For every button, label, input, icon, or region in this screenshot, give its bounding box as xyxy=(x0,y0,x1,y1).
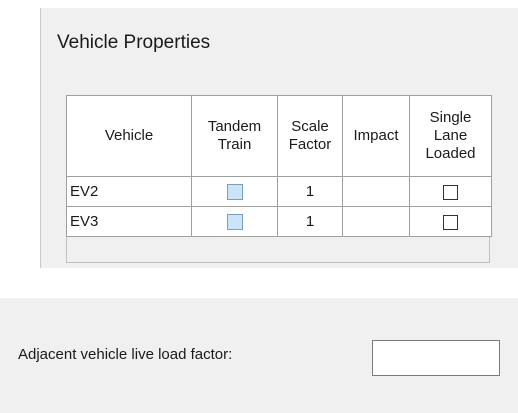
tandem-train-checkbox[interactable] xyxy=(226,184,243,201)
vehicle-properties-dialog: Vehicle Properties Vehicle Tandem Train … xyxy=(40,8,518,268)
tandem-train-checkbox[interactable] xyxy=(226,214,243,231)
adjacent-factor-panel: Adjacent vehicle live load factor: xyxy=(0,298,518,413)
window-top-strip xyxy=(40,0,518,8)
single-lane-loaded-checkbox[interactable] xyxy=(443,214,458,230)
scale-factor-cell[interactable]: 1 xyxy=(277,206,343,237)
single-lane-loaded-checkbox[interactable] xyxy=(443,184,458,200)
adjacent-factor-input[interactable] xyxy=(372,340,500,376)
scale-factor-cell[interactable]: 1 xyxy=(277,176,343,207)
single-lane-loaded-cell[interactable] xyxy=(409,206,492,237)
column-header-label: Vehicle xyxy=(104,127,154,144)
single-lane-loaded-cell[interactable] xyxy=(409,176,492,207)
column-header-impact[interactable]: Impact xyxy=(342,95,410,177)
tandem-train-cell[interactable] xyxy=(191,206,278,237)
column-header-vehicle[interactable]: Vehicle xyxy=(66,95,192,177)
column-header-scale-factor[interactable]: Scale Factor xyxy=(277,95,343,177)
vehicle-cell[interactable]: EV3 xyxy=(66,206,192,237)
column-header-label: Impact xyxy=(353,127,399,144)
impact-cell[interactable] xyxy=(342,176,410,207)
column-header-label: Single Lane Loaded xyxy=(425,109,476,162)
column-header-label: Tandem Train xyxy=(207,118,262,153)
vehicle-cell[interactable]: EV2 xyxy=(66,176,192,207)
adjacent-factor-label: Adjacent vehicle live load factor: xyxy=(18,346,233,363)
table-row: EV3 1 xyxy=(66,206,492,237)
column-header-single-lane-loaded[interactable]: Single Lane Loaded xyxy=(409,95,492,177)
column-header-tandem-train[interactable]: Tandem Train xyxy=(191,95,278,177)
tandem-train-cell[interactable] xyxy=(191,176,278,207)
dialog-title: Vehicle Properties xyxy=(57,32,211,53)
column-header-label: Scale Factor xyxy=(288,118,332,153)
table-row: EV2 1 xyxy=(66,176,492,207)
grid-header-row: Vehicle Tandem Train Scale Factor Impact… xyxy=(66,95,492,177)
impact-cell[interactable] xyxy=(342,206,410,237)
vehicle-grid: Vehicle Tandem Train Scale Factor Impact… xyxy=(66,95,492,237)
